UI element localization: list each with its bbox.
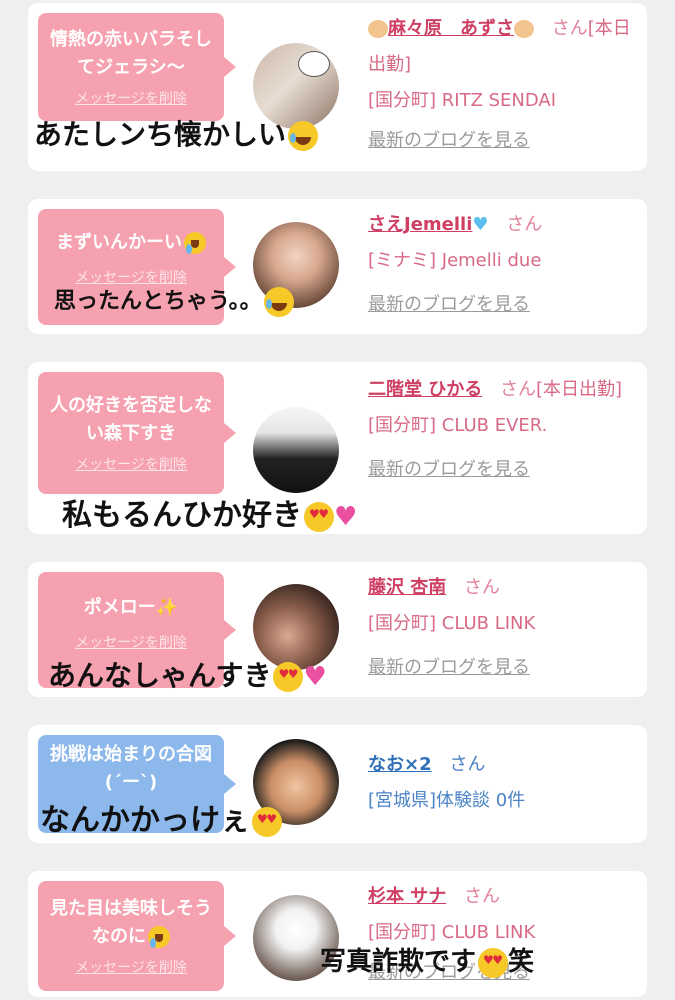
heart-eyes-emoji	[252, 806, 282, 837]
joy-emoji	[263, 287, 294, 317]
heart-eyes-emoji	[304, 501, 334, 532]
cast-name-link[interactable]: さえJemelli	[368, 214, 472, 235]
cast-name-link[interactable]: 麻々原 あずさ	[388, 18, 514, 39]
heart-eyes-emoji	[478, 947, 509, 978]
honorific: さん	[464, 577, 501, 598]
cast-info: なお×2 さん [宮城県]体験談 0件	[368, 747, 638, 819]
overlay-caption: あんなしゃんすき ♥	[48, 654, 327, 694]
cast-info: 藤沢 杏南 さん [国分町] CLUB LINK 最新のブログを見る	[368, 570, 638, 686]
message-card: 挑戦は始まりの合図(´ー`) なお×2 さん [宮城県]体験談 0件 なんかかっ…	[28, 725, 647, 843]
shop-link[interactable]: [国分町] CLUB EVER.	[368, 408, 638, 444]
shop-link[interactable]: [ミナミ] Jemelli due	[368, 243, 638, 279]
hamster-icon	[368, 20, 388, 38]
overlay-text: あたしンち懐かしい	[34, 118, 287, 151]
joy-emoji	[288, 121, 319, 151]
message-card: 人の好きを否定しない森下すき メッセージを削除 二階堂 ひかる さん[本日出勤]…	[28, 362, 647, 534]
heart-icon: ♥	[303, 662, 327, 692]
latest-blog-link[interactable]: 最新のブログを見る	[368, 452, 638, 488]
delete-message-link[interactable]: メッセージを削除	[75, 634, 187, 652]
message-text: ポメロー✨	[84, 594, 178, 622]
overlay-caption: 思ったんとちゃう。。	[54, 283, 294, 317]
cast-name-link[interactable]: 藤沢 杏南	[368, 577, 446, 598]
blue-heart-icon: ♥	[472, 214, 489, 235]
overlay-text: 写真詐欺です	[320, 947, 477, 977]
message-text: まずいんかーい	[56, 229, 206, 257]
honorific: さん	[500, 379, 537, 400]
message-card: ポメロー✨ メッセージを削除 藤沢 杏南 さん [国分町] CLUB LINK …	[28, 562, 647, 697]
honorific: さん	[506, 214, 543, 235]
joy-emoji	[148, 926, 170, 948]
cast-name-link[interactable]: 二階堂 ひかる	[368, 379, 482, 400]
overlay-caption: なんかかっけぇ	[40, 795, 282, 839]
message-card: 見た目は美味しそうなのに メッセージを削除 杉本 サナ さん [国分町] CLU…	[28, 871, 647, 997]
message-text: 人の好きを否定しない森下すき	[50, 395, 212, 444]
overlay-text: なんかかっけぇ	[40, 803, 250, 838]
message-bubble: 見た目は美味しそうなのに メッセージを削除	[38, 881, 236, 991]
overlay-text-suffix: 笑	[508, 947, 535, 977]
honorific: さん	[449, 754, 486, 775]
cast-name-link[interactable]: なお×2	[368, 754, 432, 775]
latest-blog-link[interactable]: 最新のブログを見る	[368, 123, 638, 159]
message-text-content: まずいんかーい	[56, 232, 182, 253]
delete-message-link[interactable]: メッセージを削除	[75, 90, 187, 108]
heart-icon: ♥	[334, 501, 358, 532]
message-text-content: 見た目は美味しそうなのに	[50, 898, 212, 947]
message-text: 見た目は美味しそうなのに	[46, 895, 216, 951]
shop-link[interactable]: [国分町] CLUB LINK	[368, 606, 638, 642]
latest-blog-link[interactable]: 最新のブログを見る	[368, 287, 638, 323]
honorific: さん	[464, 886, 501, 907]
message-card: まずいんかーい メッセージを削除 さえJemelli♥ さん [ミナミ] Jem…	[28, 199, 647, 334]
heart-eyes-emoji	[273, 662, 304, 692]
joy-emoji	[184, 232, 206, 254]
cast-info: 二階堂 ひかる さん[本日出勤] [国分町] CLUB EVER. 最新のブログ…	[368, 372, 638, 488]
shop-link[interactable]: [国分町] RITZ SENDAI	[368, 83, 638, 119]
avatar[interactable]	[253, 407, 339, 493]
hamster-icon	[514, 20, 534, 38]
overlay-text: 思ったんとちゃう。。	[54, 289, 262, 314]
message-text: 情熱の赤いバラそしてジェラシ〜	[50, 29, 212, 78]
overlay-caption: 私もるんひか好き ♥	[62, 490, 357, 534]
cast-info: さえJemelli♥ さん [ミナミ] Jemelli due 最新のブログを見…	[368, 207, 638, 323]
message-bubble: 情熱の赤いバラそしてジェラシ〜 メッセージを削除	[38, 13, 236, 121]
overlay-text: あんなしゃんすき	[48, 659, 272, 692]
overlay-caption: あたしンち懐かしい	[34, 113, 319, 153]
work-status: [本日出勤]	[536, 379, 623, 400]
honorific: さん	[551, 18, 588, 39]
message-card: 情熱の赤いバラそしてジェラシ〜 メッセージを削除 麻々原 あずさ さん[本日出勤…	[28, 3, 647, 171]
overlay-caption: 写真詐欺です 笑	[320, 941, 534, 978]
message-text: 挑戦は始まりの合図(´ー`)	[50, 744, 212, 793]
sparkles-emoji: ✨	[155, 597, 179, 618]
message-bubble: 人の好きを否定しない森下すき メッセージを削除	[38, 372, 236, 494]
overlay-text: 私もるんひか好き	[62, 498, 302, 533]
cast-name-link[interactable]: 杉本 サナ	[368, 886, 446, 907]
cast-info: 麻々原 あずさ さん[本日出勤] [国分町] RITZ SENDAI 最新のブロ…	[368, 11, 638, 159]
shop-link[interactable]: [宮城県]体験談 0件	[368, 783, 638, 819]
delete-message-link[interactable]: メッセージを削除	[75, 456, 187, 474]
latest-blog-link[interactable]: 最新のブログを見る	[368, 650, 638, 686]
delete-message-link[interactable]: メッセージを削除	[75, 959, 187, 977]
message-text-content: ポメロー	[83, 597, 156, 618]
